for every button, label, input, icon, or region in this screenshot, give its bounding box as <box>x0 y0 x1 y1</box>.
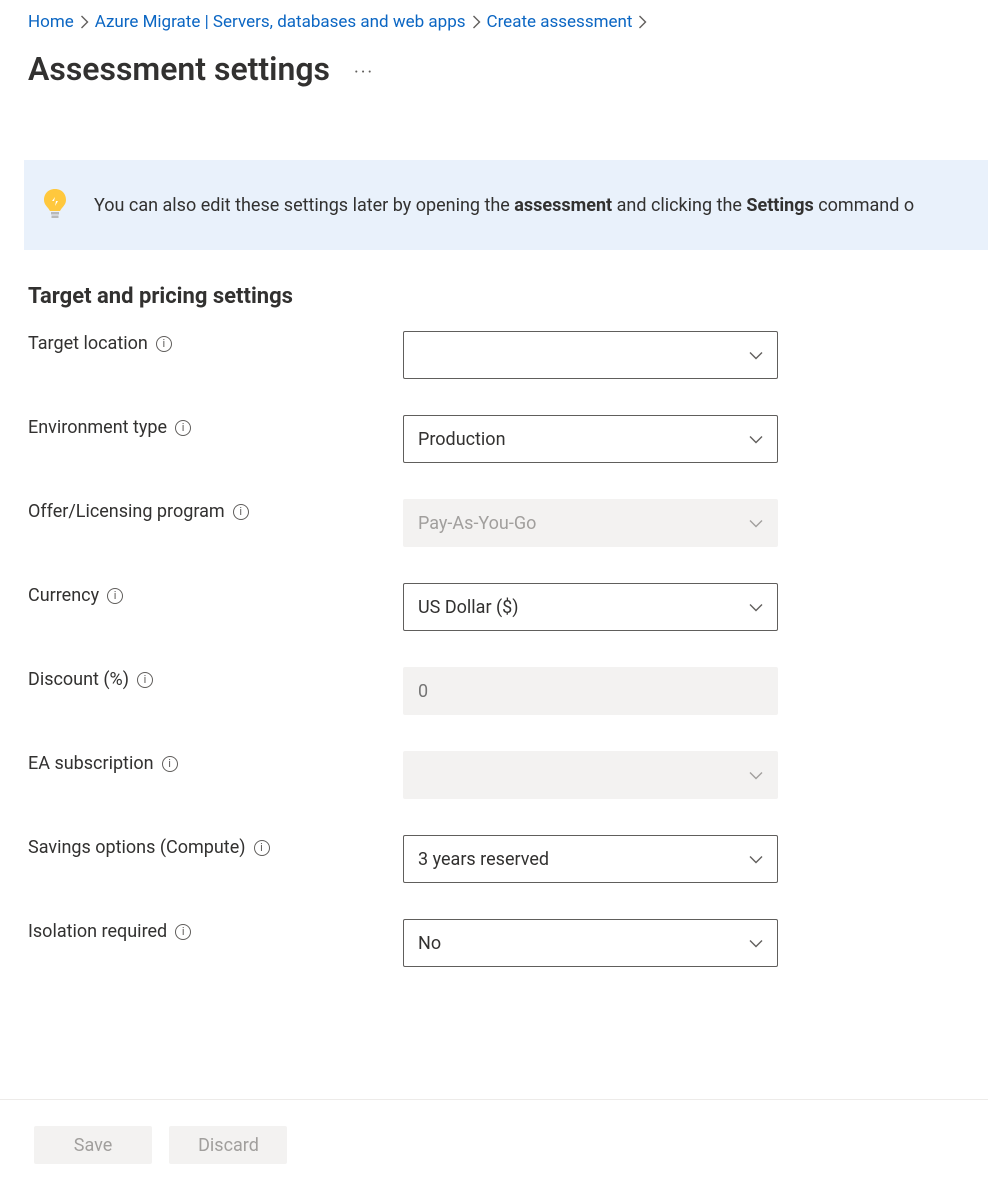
select-value: Pay-As-You-Go <box>418 513 536 534</box>
label-currency: Currency <box>28 585 99 606</box>
info-icon[interactable]: i <box>156 336 172 352</box>
banner-suffix: command o <box>814 195 914 216</box>
info-banner-text: You can also edit these settings later b… <box>94 192 914 219</box>
info-icon[interactable]: i <box>175 924 191 940</box>
select-ea-subscription <box>403 751 778 799</box>
info-icon[interactable]: i <box>137 672 153 688</box>
chevron-down-icon <box>749 597 763 618</box>
discard-button[interactable]: Discard <box>169 1126 287 1164</box>
banner-prefix: You can also edit these settings later b… <box>94 195 514 216</box>
footer: Save Discard <box>0 1099 988 1183</box>
label-offer-licensing: Offer/Licensing program <box>28 501 225 522</box>
banner-bold-settings: Settings <box>746 195 813 216</box>
breadcrumb-home[interactable]: Home <box>28 12 74 32</box>
select-value: Production <box>418 429 506 450</box>
label-target-location: Target location <box>28 333 148 354</box>
chevron-right-icon <box>638 15 647 29</box>
select-value: 3 years reserved <box>418 849 549 870</box>
info-icon[interactable]: i <box>233 504 249 520</box>
select-offer-licensing: Pay-As-You-Go <box>403 499 778 547</box>
chevron-down-icon <box>749 849 763 870</box>
select-value: US Dollar ($) <box>418 597 519 618</box>
select-value: No <box>418 933 441 954</box>
chevron-down-icon <box>749 513 763 534</box>
label-environment-type: Environment type <box>28 417 167 438</box>
page-title: Assessment settings <box>28 50 330 88</box>
select-target-location[interactable] <box>403 331 778 379</box>
select-environment-type[interactable]: Production <box>403 415 778 463</box>
info-icon[interactable]: i <box>107 588 123 604</box>
chevron-down-icon <box>749 429 763 450</box>
more-actions-button[interactable]: ··· <box>354 56 374 83</box>
label-isolation-required: Isolation required <box>28 921 167 942</box>
banner-bold-assessment: assessment <box>514 195 612 216</box>
chevron-down-icon <box>749 933 763 954</box>
select-isolation-required[interactable]: No <box>403 919 778 967</box>
select-savings-options[interactable]: 3 years reserved <box>403 835 778 883</box>
chevron-down-icon <box>749 765 763 786</box>
section-target-pricing: Target and pricing settings <box>28 284 988 309</box>
label-ea-subscription: EA subscription <box>28 753 154 774</box>
breadcrumb: Home Azure Migrate | Servers, databases … <box>28 8 988 32</box>
form-target-pricing: Target location i Environment type i Pro <box>28 331 988 967</box>
select-currency[interactable]: US Dollar ($) <box>403 583 778 631</box>
save-button[interactable]: Save <box>34 1126 152 1164</box>
info-icon[interactable]: i <box>162 756 178 772</box>
info-icon[interactable]: i <box>254 840 270 856</box>
label-savings-options: Savings options (Compute) <box>28 837 246 858</box>
breadcrumb-azure-migrate[interactable]: Azure Migrate | Servers, databases and w… <box>95 12 466 32</box>
chevron-right-icon <box>80 15 89 29</box>
info-icon[interactable]: i <box>175 420 191 436</box>
input-discount <box>403 667 778 715</box>
info-banner: You can also edit these settings later b… <box>24 160 988 250</box>
chevron-down-icon <box>749 345 763 366</box>
label-discount: Discount (%) <box>28 669 129 690</box>
lightbulb-icon <box>42 188 68 222</box>
banner-mid: and clicking the <box>612 195 746 216</box>
breadcrumb-create-assessment[interactable]: Create assessment <box>487 12 633 32</box>
chevron-right-icon <box>472 15 481 29</box>
